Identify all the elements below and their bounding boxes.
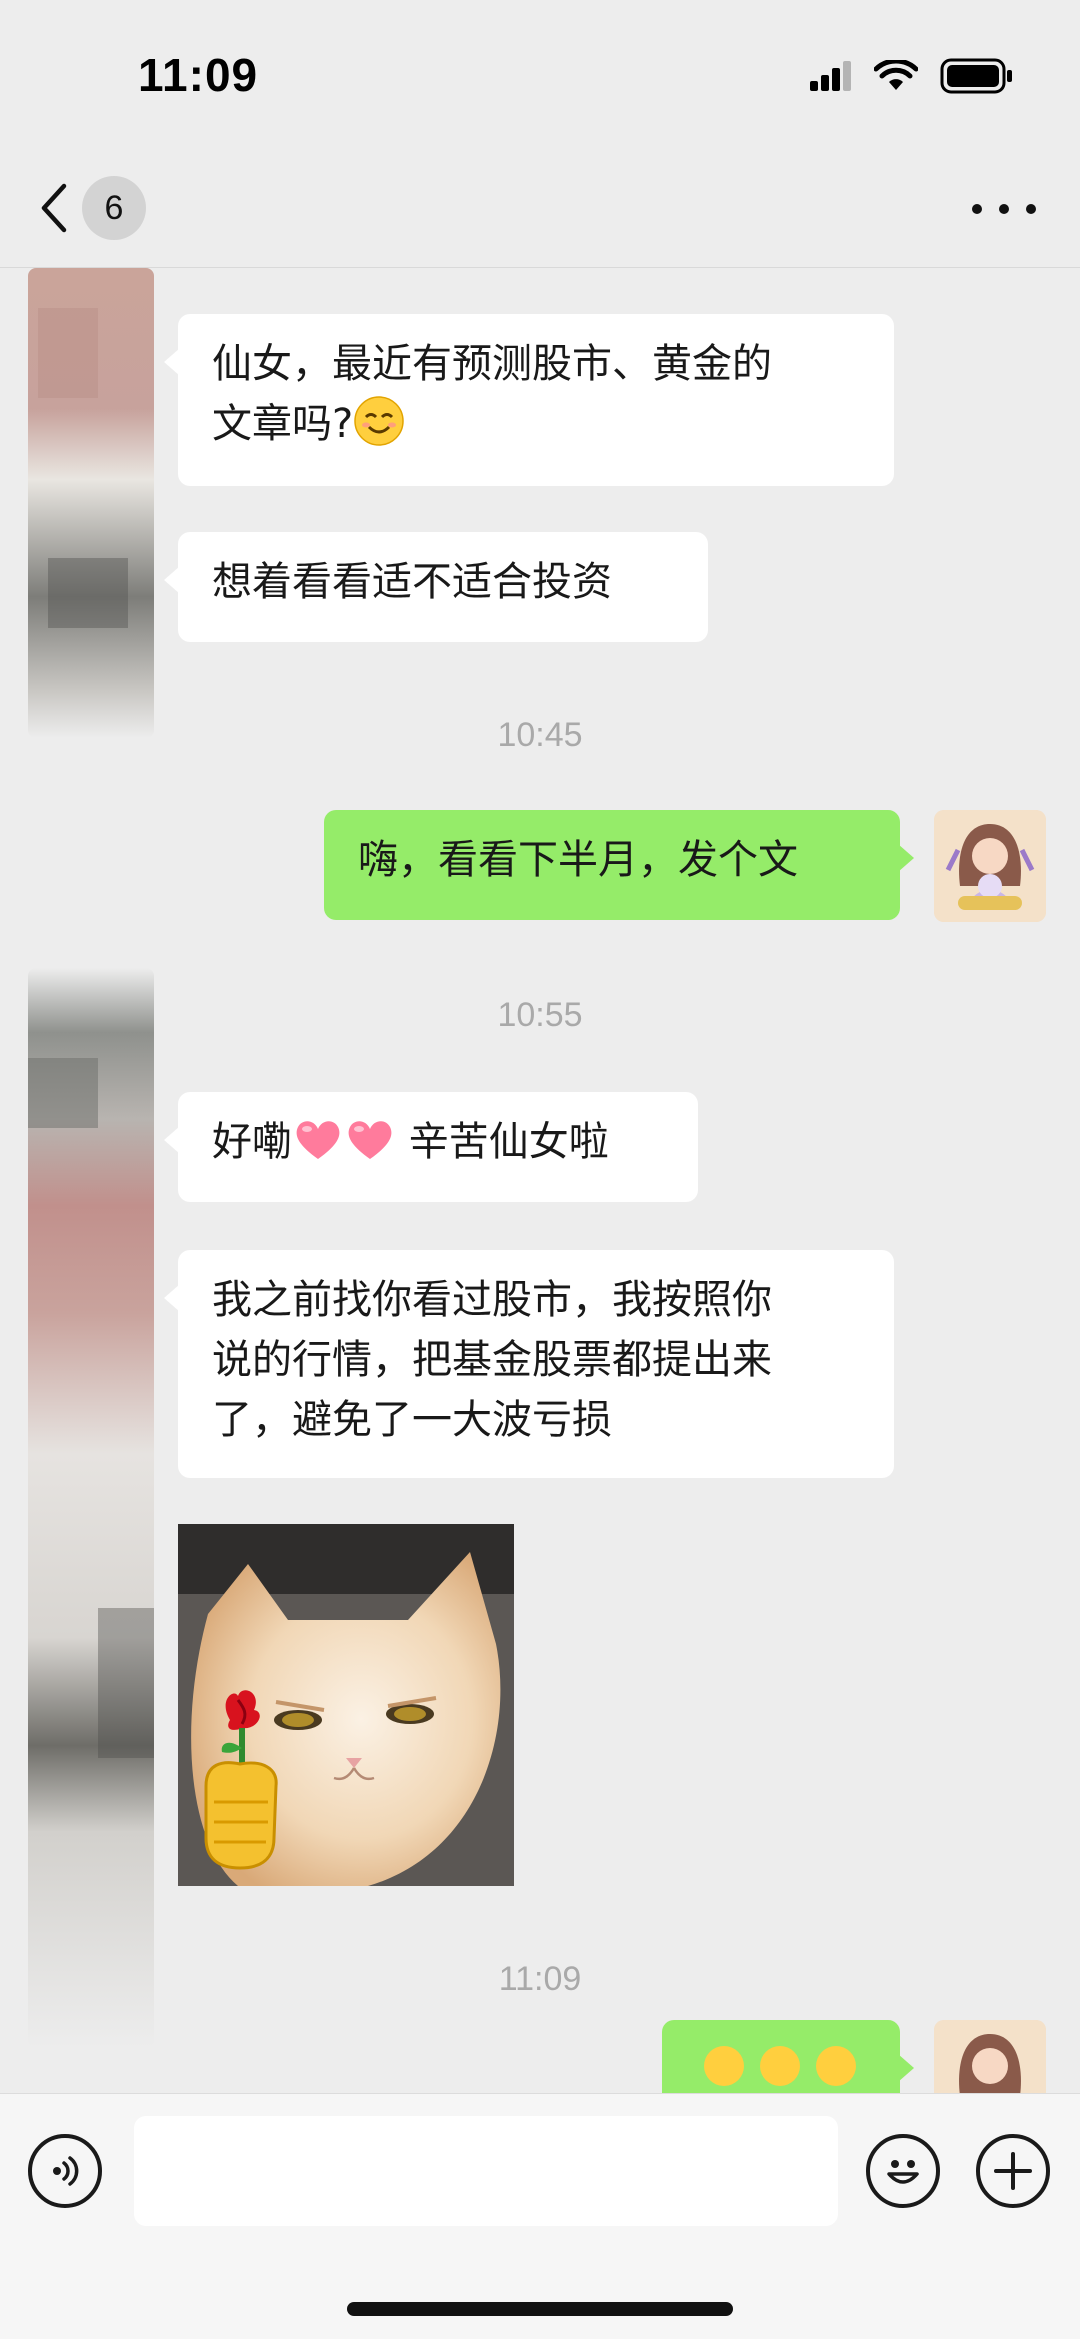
message-text: 嗨，看看下半月，发个文 <box>358 837 798 883</box>
contact-avatar[interactable] <box>28 268 154 738</box>
back-button[interactable]: 6 <box>36 170 156 246</box>
message-text: 文章吗? <box>212 401 354 447</box>
cat-rose-sticker <box>178 1524 514 1886</box>
message-text: 好嘞 <box>212 1119 292 1165</box>
message-text: 了，避免了一大波亏损 <box>212 1397 612 1443</box>
timestamp: 11:09 <box>498 1960 582 1998</box>
more-options-button[interactable] <box>972 186 1036 232</box>
plus-icon <box>994 2152 1032 2190</box>
voice-icon <box>53 2156 79 2186</box>
heart-icon <box>296 1121 340 1159</box>
my-avatar[interactable] <box>934 810 1046 922</box>
contact-avatar[interactable] <box>28 968 154 2048</box>
heart-icon <box>348 1121 392 1159</box>
sticker-image[interactable] <box>178 1524 514 1886</box>
message-text: 说的行情，把基金股票都提出来 <box>212 1337 772 1383</box>
message-bubble-incoming[interactable]: 我之前找你看过股市，我按照你 说的行情，把基金股票都提出来 了，避免了一大波亏损 <box>164 1250 894 1478</box>
message-bubble-incoming[interactable]: 想着看看适不适合投资 <box>164 532 708 642</box>
message-bubble-incoming[interactable]: 好嘞 辛苦仙女啦 <box>164 1092 698 1202</box>
message-text: 辛苦仙女啦 <box>408 1119 609 1165</box>
status-bar: 11:09 <box>0 0 1080 150</box>
timestamp: 10:45 <box>497 716 583 754</box>
chevron-left-icon <box>41 183 67 233</box>
wechat-chat-screen: 11:09 6 仙女，最近有预测股市、黄金的 文章吗? 想着看看适不适合投资 1… <box>0 0 1080 2339</box>
message-input[interactable] <box>134 2116 838 2226</box>
message-bubble-outgoing[interactable]: 嗨，看看下半月，发个文 <box>324 810 914 920</box>
nav-bar: 6 <box>0 150 1080 268</box>
signal-icon <box>810 61 851 91</box>
chat-messages: 仙女，最近有预测股市、黄金的 文章吗? 想着看看适不适合投资 10:45 嗨，看… <box>0 268 1080 2132</box>
wifi-icon <box>874 60 918 90</box>
emoji-icon <box>816 2046 856 2086</box>
unread-count-badge: 6 <box>82 176 146 240</box>
avatar-image <box>934 810 1046 922</box>
battery-icon <box>940 58 1012 94</box>
message-text: 我之前找你看过股市，我按照你 <box>212 1277 772 1323</box>
emoji-icon <box>760 2046 800 2086</box>
smile-emoji-icon <box>354 396 404 446</box>
more-dots-icon <box>972 204 982 214</box>
emoji-button[interactable] <box>866 2134 940 2208</box>
message-bubble-incoming[interactable]: 仙女，最近有预测股市、黄金的 文章吗? <box>164 314 894 486</box>
message-text: 想着看看适不适合投资 <box>212 559 612 605</box>
home-indicator[interactable] <box>347 2302 733 2316</box>
message-text: 仙女，最近有预测股市、黄金的 <box>212 341 772 387</box>
voice-button[interactable] <box>28 2134 102 2208</box>
status-icons <box>810 56 1014 96</box>
more-functions-button[interactable] <box>976 2134 1050 2208</box>
status-time: 11:09 <box>138 49 259 101</box>
emoji-icon <box>704 2046 744 2086</box>
emoji-icon <box>887 2160 919 2184</box>
timestamp: 10:55 <box>497 996 583 1034</box>
